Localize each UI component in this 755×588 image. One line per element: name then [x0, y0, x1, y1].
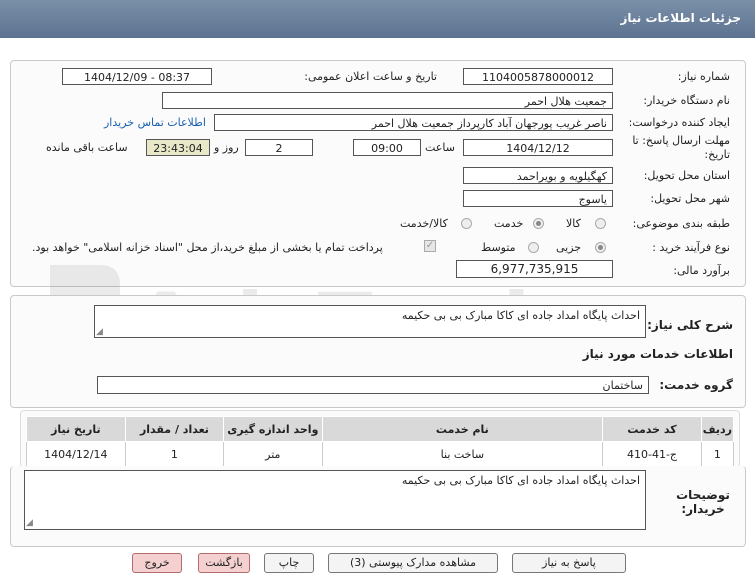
- summary-label: شرح کلی نیاز:: [647, 318, 733, 332]
- process-label: نوع فرآیند خرید :: [652, 241, 730, 254]
- col-header-unit: واحد اندازه گیری: [223, 416, 323, 442]
- estimate-field: 6,977,735,915: [456, 260, 613, 278]
- exit-button[interactable]: خروج: [132, 553, 182, 573]
- deadline-label: مهلت ارسال پاسخ: تا تاریخ:: [632, 134, 730, 161]
- treasury-checkbox[interactable]: ✓: [424, 240, 436, 252]
- city-field: یاسوج: [463, 190, 613, 207]
- creator-field: ناصر غریب پورجهان آباد کارپرداز جمعیت هل…: [214, 114, 613, 131]
- col-header-service-code: کد خدمت: [602, 416, 702, 442]
- table-row: 1 ج-41-410 ساخت بنا متر 1 1404/12/14: [26, 441, 735, 467]
- need-number-label: شماره نیاز:: [677, 70, 730, 83]
- category-radio-service[interactable]: [533, 218, 544, 229]
- buyer-org-label: نام دستگاه خریدار:: [643, 94, 730, 107]
- time-label: ساعت: [425, 141, 455, 154]
- table-header-row: ردیف کد خدمت نام خدمت واحد اندازه گیری ت…: [26, 416, 735, 442]
- view-attachments-button[interactable]: مشاهده مدارک پیوستی (3): [328, 553, 498, 573]
- deadline-date-field: 1404/12/12: [463, 139, 613, 156]
- reply-button[interactable]: پاسخ به نیاز: [512, 553, 626, 573]
- services-heading: اطلاعات خدمات مورد نیاز: [582, 347, 733, 361]
- cell-service-name: ساخت بنا: [321, 441, 604, 467]
- process-option-minor: جزیی: [556, 241, 582, 254]
- process-radio-medium[interactable]: [528, 242, 539, 253]
- province-label: استان محل تحویل:: [643, 169, 730, 182]
- buyer-notes-label: توضیحات خریدار:: [676, 488, 730, 516]
- deadline-time-field: 09:00: [353, 139, 421, 156]
- category-radio-goods-service[interactable]: [461, 218, 472, 229]
- days-field: 2: [245, 139, 313, 156]
- category-option-service: خدمت: [494, 217, 524, 230]
- cell-unit: متر: [223, 441, 323, 467]
- creator-label: ایجاد کننده درخواست:: [628, 116, 730, 129]
- buyer-notes-field: احداث پایگاه امداد جاده ای کاکا مبارک بی…: [24, 470, 646, 530]
- items-table: ردیف کد خدمت نام خدمت واحد اندازه گیری ت…: [26, 416, 735, 467]
- announce-label: تاریخ و ساعت اعلان عمومی:: [304, 70, 437, 83]
- remaining-label: ساعت باقی مانده: [46, 141, 128, 154]
- cell-quantity: 1: [124, 441, 225, 467]
- cell-service-code: ج-41-410: [602, 441, 702, 467]
- category-radio-goods[interactable]: [595, 218, 606, 229]
- summary-resize-icon[interactable]: ◢: [96, 327, 103, 337]
- back-button[interactable]: بازگشت: [198, 553, 250, 573]
- province-field: کهگیلویه و بویراحمد: [463, 167, 613, 184]
- announce-field: 1404/12/09 - 08:37: [62, 68, 212, 85]
- city-label: شهر محل تحویل:: [650, 192, 730, 205]
- summary-field: احداث پایگاه امداد جاده ای کاکا مبارک بی…: [94, 305, 646, 338]
- days-label: روز و: [214, 141, 239, 154]
- process-radio-minor[interactable]: [595, 242, 606, 253]
- category-option-goods: کالا: [566, 217, 581, 230]
- service-group-field: ساختمان: [97, 376, 649, 394]
- payment-note: پرداخت تمام یا بخشی از مبلغ خرید،از محل …: [32, 241, 383, 254]
- service-group-label: گروه خدمت:: [659, 378, 733, 392]
- category-option-goods-service: کالا/خدمت: [400, 217, 448, 230]
- contact-info-link[interactable]: اطلاعات تماس خریدار: [104, 116, 206, 129]
- col-header-service-name: نام خدمت: [321, 416, 604, 442]
- need-number-field: 1104005878000012: [463, 68, 613, 85]
- category-label: طبقه بندی موضوعی:: [632, 217, 730, 230]
- process-option-medium: متوسط: [481, 241, 516, 254]
- print-button[interactable]: چاپ: [264, 553, 314, 573]
- buyer-org-field: جمعیت هلال احمر: [162, 92, 613, 109]
- estimate-label: برآورد مالی:: [673, 264, 730, 277]
- buyer-notes-resize-icon[interactable]: ◢: [26, 518, 33, 528]
- cell-row-number: 1: [700, 441, 735, 467]
- page-title: جزئیات اطلاعات نیاز: [620, 11, 741, 25]
- cell-need-date: 1404/12/14: [26, 441, 126, 467]
- col-header-row-number: ردیف: [700, 416, 735, 442]
- col-header-quantity: تعداد / مقدار: [124, 416, 225, 442]
- remaining-time-field: 23:43:04: [146, 139, 210, 156]
- col-header-need-date: تاریخ نیاز: [26, 416, 126, 442]
